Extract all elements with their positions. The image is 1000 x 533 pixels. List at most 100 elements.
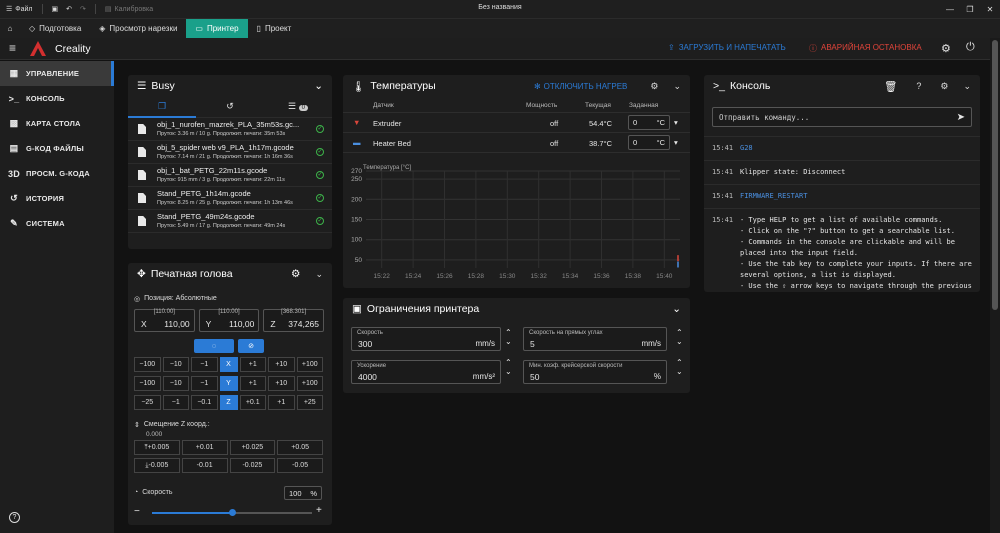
zoffset-button[interactable]: -0.025 — [229, 458, 276, 473]
tab-project[interactable]: ▯ Проект — [248, 19, 301, 38]
limit-field[interactable]: Ускорение 4000 mm/s² — [351, 360, 501, 384]
heater-target-input[interactable]: 0 °C — [628, 115, 670, 130]
minimize-icon[interactable]: — — [940, 0, 960, 18]
zoffset-button[interactable]: +0.01 — [181, 440, 228, 455]
hamburger-icon[interactable]: ≡ — [9, 41, 16, 55]
zoffset-button[interactable]: +0.05 — [277, 440, 323, 455]
sidebar-item-history[interactable]: ↺ ИСТОРИЯ — [0, 186, 114, 211]
jog-button[interactable]: −100 — [134, 376, 161, 391]
file-item[interactable]: obj_1_nurofen_mazrek_PLA_35m53s.gc... Пру… — [128, 118, 332, 141]
console-line[interactable]: 15:41 FIRMWARE_RESTART — [704, 185, 980, 209]
sidebar-item-console[interactable]: >_ КОНСОЛЬ — [0, 86, 114, 111]
speed-input[interactable]: 100% — [284, 486, 322, 500]
settings-icon[interactable]: ⚙ — [650, 81, 658, 92]
zoffset-button[interactable]: +0.025 — [229, 440, 276, 455]
zoffset-button[interactable]: ⤒ +0.005 — [134, 440, 180, 455]
tab-prepare[interactable]: ◇ Подготовка — [20, 19, 90, 38]
file-menu[interactable]: ☰ Файл — [0, 0, 39, 18]
plus-icon[interactable]: + — [316, 505, 322, 516]
heaters-off-button[interactable]: ✻ ОТКЛЮЧИТЬ НАГРЕВ — [534, 82, 627, 91]
chevron-down-icon[interactable]: ⌄ — [315, 269, 323, 280]
jog-button[interactable]: +0.1 — [239, 395, 266, 410]
sidebar-item-gcode-files[interactable]: ▤ G-КОД ФАЙЛЫ — [0, 136, 114, 161]
save-icon[interactable]: ▣ — [52, 5, 59, 13]
speed-slider[interactable] — [152, 509, 312, 516]
file-item[interactable]: obj_5_spider web v9_PLA_1h17m.gcode Пруто… — [128, 141, 332, 164]
stepper-icon[interactable]: ⌃ ⌄ — [676, 358, 683, 376]
jog-button[interactable]: +100 — [296, 357, 323, 372]
jog-button[interactable]: −100 — [134, 357, 161, 372]
redo-icon[interactable]: ↷ — [80, 5, 86, 13]
zoffset-button[interactable]: ⤓ -0.005 — [134, 458, 180, 473]
tab-jobs[interactable]: ❐ — [128, 97, 196, 118]
position-z-field[interactable]: [368.301] Z 374,265 — [263, 309, 325, 332]
sidebar-item-dashboard[interactable]: ▦ УПРАВЛЕНИЕ — [0, 61, 114, 86]
stepper-icon[interactable]: ⌃ ⌄ — [505, 358, 512, 376]
jog-button[interactable]: −0.1 — [191, 395, 218, 410]
power-icon[interactable]: ⏻ — [966, 41, 975, 54]
tab-history[interactable]: ↺ — [196, 97, 264, 118]
heater-target-input[interactable]: 0 °C — [628, 135, 670, 150]
minus-icon[interactable]: − — [134, 506, 140, 517]
chevron-down-icon[interactable]: ⌄ — [672, 303, 681, 315]
jog-button[interactable]: +10 — [268, 376, 295, 391]
file-item[interactable]: Stand_PETG_1h14m.gcode Пруток: 8.25 m / 2… — [128, 187, 332, 210]
file-item[interactable]: obj_1_bat_PETG_22m11s.gcode Пруток: 915 m… — [128, 164, 332, 187]
tab-preview[interactable]: ◈ Просмотр нарезки — [90, 19, 186, 38]
calibration-menu[interactable]: ▤ Калибровка — [99, 0, 159, 18]
trash-icon[interactable]: 🗑 — [884, 80, 897, 93]
jog-axis-button[interactable]: Z — [219, 395, 238, 410]
stepper-icon[interactable]: ⌃ ⌄ — [676, 328, 683, 346]
position-y-field[interactable]: [110.00] Y 110,00 — [198, 309, 260, 332]
limit-field[interactable]: Скорость на прямых углах 5 mm/s — [523, 327, 667, 351]
tab-queue[interactable]: ☰ 0 — [264, 97, 332, 118]
jog-button[interactable]: −10 — [162, 357, 189, 372]
jog-button[interactable]: −1 — [191, 357, 218, 372]
upload-print-button[interactable]: ⇪ ЗАГРУЗИТЬ И НАПЕЧАТАТЬ — [668, 43, 786, 52]
jog-axis-button[interactable]: Y — [219, 376, 238, 391]
chevron-down-icon[interactable]: ⌄ — [673, 81, 681, 92]
zoffset-button[interactable]: -0.05 — [277, 458, 323, 473]
console-line[interactable]: 15:41 G28 — [704, 137, 980, 161]
home-icon[interactable]: ⌂ — [0, 19, 20, 38]
caret-down-icon[interactable]: ▾ — [674, 118, 678, 127]
jog-button[interactable]: +1 — [268, 395, 295, 410]
maximize-icon[interactable]: ❐ — [960, 0, 980, 18]
console-input[interactable]: Отправить команду... ➤ — [712, 107, 972, 127]
jog-button[interactable]: +10 — [268, 357, 295, 372]
speed-slider-handle[interactable] — [229, 509, 236, 516]
chevron-down-icon[interactable]: ⌄ — [314, 80, 323, 92]
emergency-stop-button[interactable]: ⓘ АВАРИЙНАЯ ОСТАНОВКА — [809, 43, 922, 54]
home-all-button[interactable]: ◌ — [194, 339, 234, 353]
help-icon[interactable]: ? — [916, 81, 921, 91]
zoffset-button[interactable]: -0.01 — [181, 458, 228, 473]
limit-field[interactable]: Мин. коэф. крейсерской скорости 50% — [523, 360, 667, 384]
sidebar-item-system[interactable]: ✎ СИСТЕМА — [0, 211, 114, 236]
help-icon[interactable]: ? — [9, 512, 20, 523]
limit-field[interactable]: Скорость 300 mm/s — [351, 327, 501, 351]
jog-button[interactable]: −25 — [134, 395, 161, 410]
file-item[interactable]: Stand_PETG_49m24s.gcode Пруток: 5.49 m / … — [128, 210, 332, 233]
undo-icon[interactable]: ↶ — [66, 5, 72, 13]
caret-down-icon[interactable]: ▾ — [674, 138, 678, 147]
stepper-icon[interactable]: ⌃ ⌄ — [505, 328, 512, 346]
sidebar-item-gcode-viewer[interactable]: 3D ПРОСМ. G-КОДА — [0, 161, 114, 186]
jog-button[interactable]: +1 — [239, 357, 266, 372]
jog-button[interactable]: −1 — [162, 395, 189, 410]
scrollbar-thumb[interactable] — [992, 40, 998, 310]
jog-button[interactable]: +1 — [239, 376, 266, 391]
position-x-field[interactable]: [110.00] X 110,00 — [134, 309, 195, 332]
sidebar-item-heightmap[interactable]: ▩ КАРТА СТОЛА — [0, 111, 114, 136]
jog-button[interactable]: −10 — [162, 376, 189, 391]
settings-icon[interactable]: ⚙ — [291, 268, 300, 280]
tab-printer[interactable]: ▭ Принтер — [186, 19, 248, 38]
settings-icon[interactable]: ⚙ — [941, 42, 951, 55]
close-icon[interactable]: ✕ — [980, 0, 1000, 18]
jog-button[interactable]: +100 — [296, 376, 323, 391]
chevron-down-icon[interactable]: ⌄ — [963, 81, 971, 92]
send-icon[interactable]: ➤ — [957, 112, 965, 123]
jog-axis-button[interactable]: X — [219, 357, 238, 372]
jog-button[interactable]: −1 — [191, 376, 218, 391]
motors-off-button[interactable]: ⊘ — [238, 339, 264, 353]
settings-icon[interactable]: ⚙ — [940, 81, 948, 92]
